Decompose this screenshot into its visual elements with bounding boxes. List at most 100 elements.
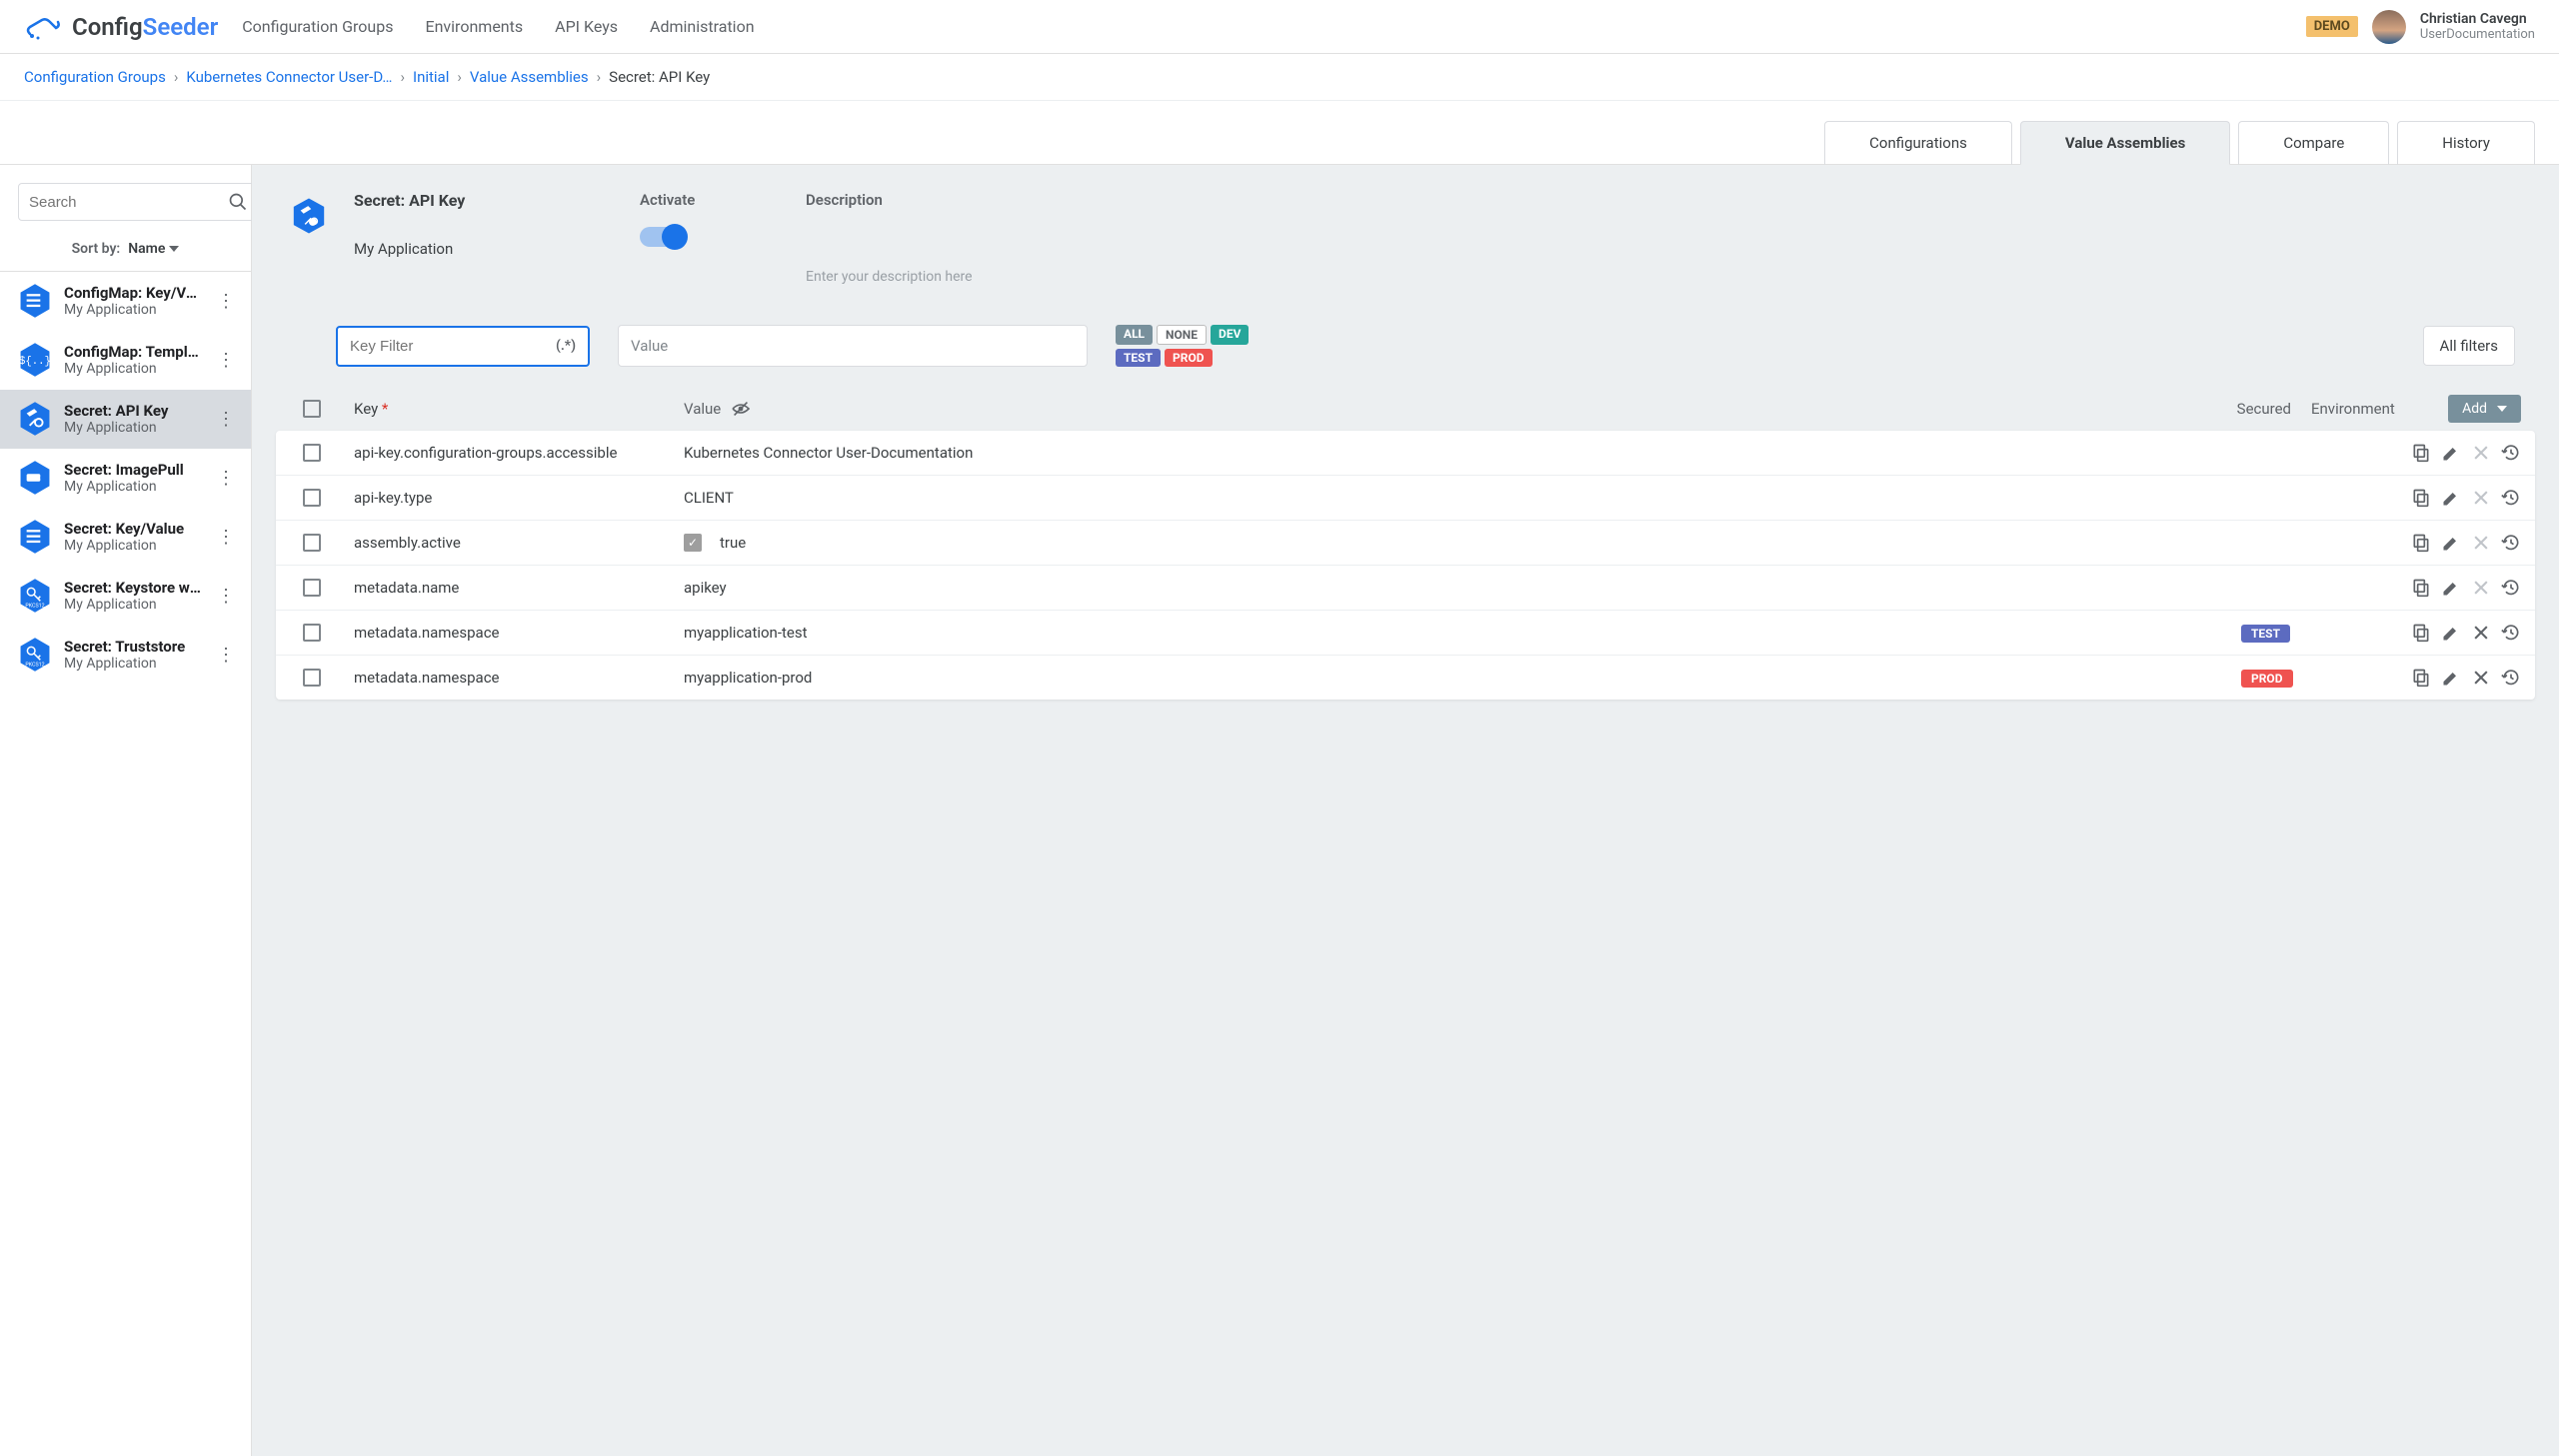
tab-compare[interactable]: Compare: [2238, 121, 2389, 165]
logo-text-seeder: Seeder: [143, 13, 219, 41]
env-filter-pills: ALLNONEDEV TESTPROD: [1116, 325, 1256, 367]
col-value: Value: [684, 400, 721, 418]
row-checkbox[interactable]: [303, 579, 321, 597]
kebab-icon[interactable]: ⋮: [213, 350, 239, 371]
sidebar-item-title: Secret: ImagePull: [64, 461, 203, 479]
copy-icon[interactable]: [2411, 668, 2431, 688]
copy-icon[interactable]: [2411, 533, 2431, 553]
kebab-icon[interactable]: ⋮: [213, 409, 239, 430]
nav-configuration-groups[interactable]: Configuration Groups: [242, 17, 393, 36]
kebab-icon[interactable]: ⋮: [213, 291, 239, 312]
avatar[interactable]: [2372, 10, 2406, 44]
table-row: metadata.namespace myapplication-prod PR…: [276, 656, 2535, 700]
add-button[interactable]: Add: [2448, 395, 2521, 423]
tab-history[interactable]: History: [2397, 121, 2535, 165]
edit-icon[interactable]: [2441, 578, 2461, 598]
history-icon[interactable]: [2501, 623, 2521, 643]
nav-administration[interactable]: Administration: [650, 17, 755, 36]
row-checkbox[interactable]: [303, 444, 321, 462]
checked-icon: ✓: [684, 534, 702, 552]
select-all-checkbox[interactable]: [303, 400, 321, 418]
chevron-right-icon: ›: [457, 68, 462, 86]
env-pill-dev[interactable]: DEV: [1211, 325, 1249, 345]
row-checkbox[interactable]: [303, 489, 321, 507]
search-box[interactable]: [18, 183, 259, 221]
env-pill-test[interactable]: TEST: [1116, 349, 1161, 367]
history-icon[interactable]: [2501, 533, 2521, 553]
crumb-2[interactable]: Initial: [413, 68, 449, 86]
sidebar-item-title: ConfigMap: Templ…: [64, 343, 203, 361]
kebab-icon[interactable]: ⋮: [213, 527, 239, 548]
sidebar-item[interactable]: ${..} ConfigMap: Templ… My Application ⋮: [0, 331, 251, 390]
crumb-1[interactable]: Kubernetes Connector User-D…: [186, 68, 392, 86]
svg-text:PKCS12: PKCS12: [25, 662, 44, 668]
key-filter[interactable]: (.*): [336, 326, 590, 367]
tab-value-assemblies[interactable]: Value Assemblies: [2020, 121, 2230, 165]
edit-icon[interactable]: [2441, 623, 2461, 643]
edit-icon[interactable]: [2441, 533, 2461, 553]
delete-icon[interactable]: [2471, 668, 2491, 688]
chevron-right-icon: ›: [597, 68, 602, 86]
history-icon[interactable]: [2501, 443, 2521, 463]
env-pill-prod[interactable]: PROD: [1165, 349, 1213, 367]
tabs: Configurations Value Assemblies Compare …: [0, 101, 2559, 165]
row-checkbox[interactable]: [303, 624, 321, 642]
activate-toggle[interactable]: [640, 227, 684, 247]
eye-off-icon[interactable]: [731, 401, 751, 417]
sort-dropdown[interactable]: Name: [128, 241, 179, 257]
delete-icon: [2471, 578, 2491, 598]
env-pill-none[interactable]: NONE: [1157, 325, 1207, 345]
row-value: CLIENT: [684, 489, 2131, 507]
kebab-icon[interactable]: ⋮: [213, 645, 239, 666]
copy-icon[interactable]: [2411, 623, 2431, 643]
description-input[interactable]: Enter your description here: [806, 227, 2535, 285]
sidebar-item-sub: My Application: [64, 420, 203, 436]
sidebar-item[interactable]: PKCS12 Secret: Truststore My Application…: [0, 626, 251, 685]
kebab-icon[interactable]: ⋮: [213, 468, 239, 489]
hex-icon: PKCS12: [16, 636, 54, 674]
edit-icon[interactable]: [2441, 443, 2461, 463]
hex-icon: [16, 459, 54, 497]
user-name: Christian Cavegn: [2420, 11, 2535, 27]
hex-icon: [16, 282, 54, 320]
sidebar-item-sub: My Application: [64, 597, 203, 613]
env-pill-all[interactable]: ALL: [1116, 325, 1153, 345]
sidebar-item[interactable]: Secret: ImagePull My Application ⋮: [0, 449, 251, 508]
sidebar-item[interactable]: Secret: API Key My Application ⋮: [0, 390, 251, 449]
row-value: apikey: [684, 579, 2131, 597]
crumb-3[interactable]: Value Assemblies: [470, 68, 589, 86]
main-nav: Configuration Groups Environments API Ke…: [242, 17, 2306, 36]
svg-text:PKCS12: PKCS12: [25, 603, 44, 609]
copy-icon[interactable]: [2411, 443, 2431, 463]
history-icon[interactable]: [2501, 578, 2521, 598]
key-filter-input[interactable]: [350, 338, 556, 355]
demo-badge: DEMO: [2306, 16, 2358, 37]
chevron-down-icon: [2497, 406, 2507, 412]
sidebar-item[interactable]: Secret: Key/Value My Application ⋮: [0, 508, 251, 567]
nav-environments[interactable]: Environments: [425, 17, 523, 36]
crumb-0[interactable]: Configuration Groups: [24, 68, 166, 86]
copy-icon[interactable]: [2411, 578, 2431, 598]
all-filters-button[interactable]: All filters: [2423, 326, 2515, 366]
value-filter[interactable]: Value: [618, 325, 1088, 367]
row-checkbox[interactable]: [303, 534, 321, 552]
sidebar-item[interactable]: ConfigMap: Key/Va… My Application ⋮: [0, 272, 251, 331]
search-input[interactable]: [29, 194, 228, 211]
logo[interactable]: ConfigSeeder: [24, 12, 218, 42]
copy-icon[interactable]: [2411, 488, 2431, 508]
kebab-icon[interactable]: ⋮: [213, 586, 239, 607]
chevron-down-icon: [169, 246, 179, 252]
history-icon[interactable]: [2501, 488, 2521, 508]
history-icon[interactable]: [2501, 668, 2521, 688]
nav-api-keys[interactable]: API Keys: [555, 17, 618, 36]
tab-configurations[interactable]: Configurations: [1824, 121, 2012, 165]
table-row: api-key.configuration-groups.accessible …: [276, 431, 2535, 476]
delete-icon[interactable]: [2471, 623, 2491, 643]
search-icon: [228, 192, 248, 212]
edit-icon[interactable]: [2441, 668, 2461, 688]
row-checkbox[interactable]: [303, 669, 321, 687]
logo-icon: [24, 12, 64, 42]
sidebar-item[interactable]: PKCS12 Secret: Keystore wi… My Applicati…: [0, 567, 251, 626]
chevron-right-icon: ›: [174, 68, 179, 86]
edit-icon[interactable]: [2441, 488, 2461, 508]
